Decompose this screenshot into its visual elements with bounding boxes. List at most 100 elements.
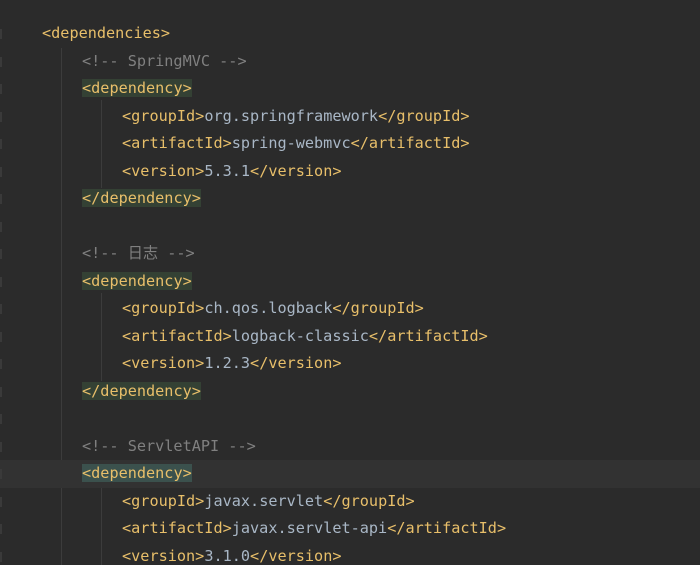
tag-name: version [131,546,196,565]
close-tag[interactable]: </dependency> [82,189,201,207]
code-line[interactable]: <groupId>ch.qos.logback</groupId> [0,295,700,323]
gutter-marker [0,139,2,149]
tag-name: groupId [396,106,461,125]
code-line[interactable]: <dependency> [0,460,700,488]
tag-bracket: </ [82,189,101,207]
tag-name: dependencies [51,24,161,42]
line-content: <dependency> [82,268,192,296]
close-tag[interactable]: </dependency> [82,381,201,400]
line-content: <!-- 日志 --> [82,240,195,268]
code-line[interactable]: </dependency> [0,378,700,406]
code-line[interactable]: <dependencies> [0,20,700,48]
tag-bracket: > [332,546,342,565]
tag-bracket: < [82,79,92,97]
tag-bracket: > [195,106,205,125]
tag-name: artifactId [405,519,497,537]
blank-line[interactable] [0,213,700,241]
element-value: javax.servlet-api [231,519,388,537]
code-line[interactable]: <version>3.1.0</version> [0,543,700,565]
code-line[interactable]: <dependency> [0,268,700,296]
code-line[interactable]: <artifactId>spring-webmvc</artifactId> [0,130,700,158]
tag-name: groupId [341,491,406,510]
tag-name: artifactId [387,326,479,345]
code-line[interactable]: <version>5.3.1</version> [0,158,700,186]
tag-bracket: </ [82,381,101,400]
tag-name: dependency [100,381,192,400]
tag-bracket: < [122,326,132,345]
line-content: <version>5.3.1</version> [122,158,342,186]
line-content: </dependency> [82,185,201,213]
xml-comment: <!-- 日志 --> [82,244,195,262]
element-value: org.springframework [204,106,379,125]
tag-bracket: > [222,326,232,345]
tag-bracket: > [222,134,232,152]
line-content: <dependency> [82,75,192,103]
open-tag[interactable]: <dependency> [82,464,192,482]
code-line[interactable]: </dependency> [0,185,700,213]
gutter-marker [0,111,2,122]
tag-bracket: < [122,519,132,537]
code-line[interactable]: <!-- 日志 --> [0,240,700,268]
tag-bracket: > [195,354,205,372]
gutter-marker [0,469,2,479]
tag-bracket: < [82,271,92,290]
tag-name: version [131,161,196,180]
tag-bracket: > [478,326,488,345]
gutter-marker [0,194,2,204]
tag-bracket: > [191,381,201,400]
gutter-marker [0,56,2,67]
code-line[interactable]: <version>1.2.3</version> [0,350,700,378]
gutter-marker [0,29,2,39]
code-editor[interactable]: <dependencies> <!-- SpringMVC --> <depende… [0,0,700,565]
line-content: <version>3.1.0</version> [122,543,342,565]
code-line[interactable]: <dependency> [0,75,700,103]
tag-name: groupId [131,106,196,125]
code-line[interactable]: <!-- ServletAPI --> [0,433,700,461]
tag-bracket: > [195,299,205,317]
tag-bracket: > [332,354,342,372]
tag-bracket: > [195,161,205,180]
line-content: <groupId>ch.qos.logback</groupId> [122,295,424,323]
tag-bracket: < [122,161,132,180]
tag-bracket: < [122,299,132,317]
code-line[interactable]: <!-- SpringMVC --> [0,48,700,76]
blank-line[interactable] [0,405,700,433]
open-tag[interactable]: <dependencies> [42,24,170,42]
tag-name: dependency [100,189,192,207]
tag-bracket: < [122,491,132,510]
gutter-marker [0,359,2,369]
open-tag[interactable]: <dependency> [82,271,192,290]
code-line[interactable]: <artifactId>logback-classic</artifactId> [0,323,700,351]
code-line[interactable]: <artifactId>javax.servlet-api</artifactI… [0,515,700,543]
tag-name: groupId [131,299,196,317]
tag-bracket: </ [250,161,269,180]
tag-name: artifactId [368,134,461,152]
line-content: <artifactId>logback-classic</artifactId> [122,323,488,351]
tag-bracket: < [122,546,132,565]
gutter-marker [0,276,2,287]
tag-bracket: > [182,464,192,482]
gutter-marker [0,414,2,424]
tag-bracket: > [460,106,470,125]
gutter-marker [0,304,2,314]
code-line[interactable]: <groupId>org.springframework</groupId> [0,103,700,131]
gutter-marker [0,166,2,177]
code-line[interactable]: <groupId>javax.servlet</groupId> [0,488,700,516]
gutter-marker [0,221,2,232]
open-tag[interactable]: <dependency> [82,79,192,97]
tag-name: version [131,354,196,372]
tag-bracket: </ [387,519,406,537]
tag-bracket: > [460,134,470,152]
tag-name: artifactId [131,326,223,345]
tag-bracket: > [496,519,507,537]
element-value: 3.1.0 [204,546,251,565]
tag-bracket: </ [368,326,388,345]
tag-bracket: > [195,491,205,510]
tag-bracket: > [191,189,201,207]
line-content: <artifactId>javax.servlet-api</artifactI… [122,515,506,543]
tag-bracket: > [182,271,192,290]
xml-comment: <!-- SpringMVC --> [82,51,247,70]
tag-bracket: </ [332,299,351,317]
tag-bracket: < [122,134,132,152]
tag-bracket: < [122,354,132,372]
